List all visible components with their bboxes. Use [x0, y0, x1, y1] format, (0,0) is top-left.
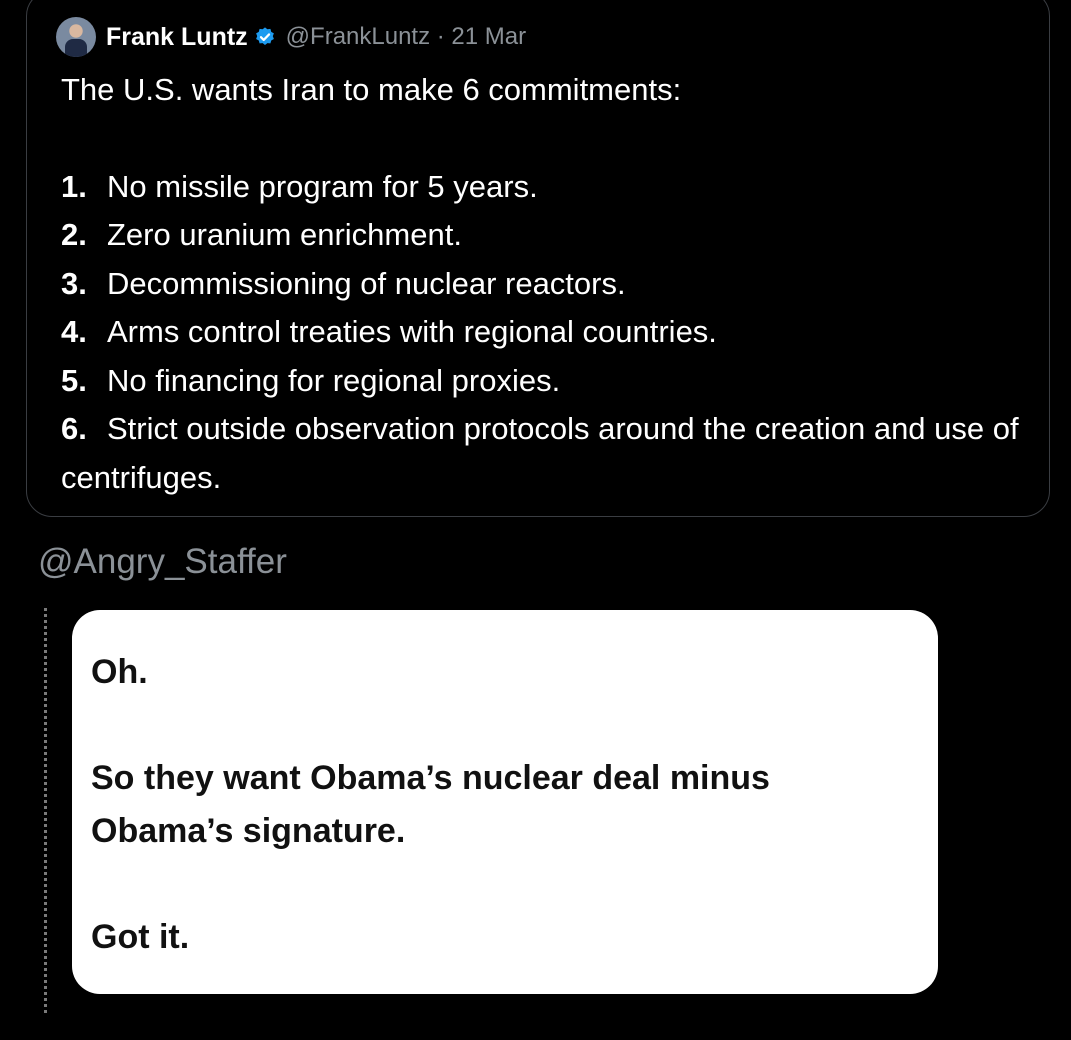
item-text: Decommissioning of nuclear reactors.: [107, 265, 626, 301]
reply-author-handle[interactable]: @Angry_Staffer: [38, 542, 287, 582]
author-handle-date[interactable]: @FrankLuntz · 21 Mar: [286, 23, 526, 51]
reply-body: Oh. So they want Obama’s nuclear deal mi…: [91, 646, 921, 964]
reply-line: So they want Obama’s nuclear deal minus …: [91, 759, 770, 850]
item-text: Zero uranium enrichment.: [107, 217, 462, 252]
item-number: 1.: [61, 168, 87, 204]
list-item: 3. Decommissioning of nuclear reactors.: [61, 260, 1021, 309]
reply-line: Oh.: [91, 653, 148, 691]
item-number: 6.: [61, 411, 87, 446]
item-number: 4.: [61, 314, 87, 349]
list-item: 6. Strict outside observation protocols a…: [61, 405, 1021, 502]
reply-line: Got it.: [91, 918, 190, 956]
reply-bubble: Oh. So they want Obama’s nuclear deal mi…: [72, 610, 938, 994]
item-text: No financing for regional proxies.: [107, 362, 561, 398]
tweet-author-row: Frank Luntz @FrankLuntz · 21 Mar: [56, 16, 526, 58]
item-number: 3.: [61, 265, 87, 301]
author-name[interactable]: Frank Luntz: [106, 23, 248, 52]
item-text: Strict outside observation protocols aro…: [61, 411, 1019, 495]
tweet-intro: The U.S. wants Iran to make 6 commitment…: [61, 72, 682, 107]
list-item: 2. Zero uranium enrichment.: [61, 211, 1021, 260]
tweet-body: The U.S. wants Iran to make 6 commitment…: [61, 66, 1021, 502]
item-text: No missile program for 5 years.: [107, 168, 538, 204]
item-number: 5.: [61, 362, 87, 398]
item-number: 2.: [61, 217, 87, 252]
thread-connector-line: [44, 608, 47, 1013]
commitments-list: 1. No missile program for 5 years. 2. Zero…: [61, 163, 1021, 503]
avatar[interactable]: [56, 17, 96, 57]
verified-badge-icon: [255, 27, 274, 45]
list-item: 4. Arms control treaties with regional co…: [61, 308, 1021, 357]
list-item: 5. No financing for regional proxies.: [61, 357, 1021, 406]
item-text: Arms control treaties with regional coun…: [107, 314, 717, 349]
list-item: 1. No missile program for 5 years.: [61, 163, 1021, 212]
